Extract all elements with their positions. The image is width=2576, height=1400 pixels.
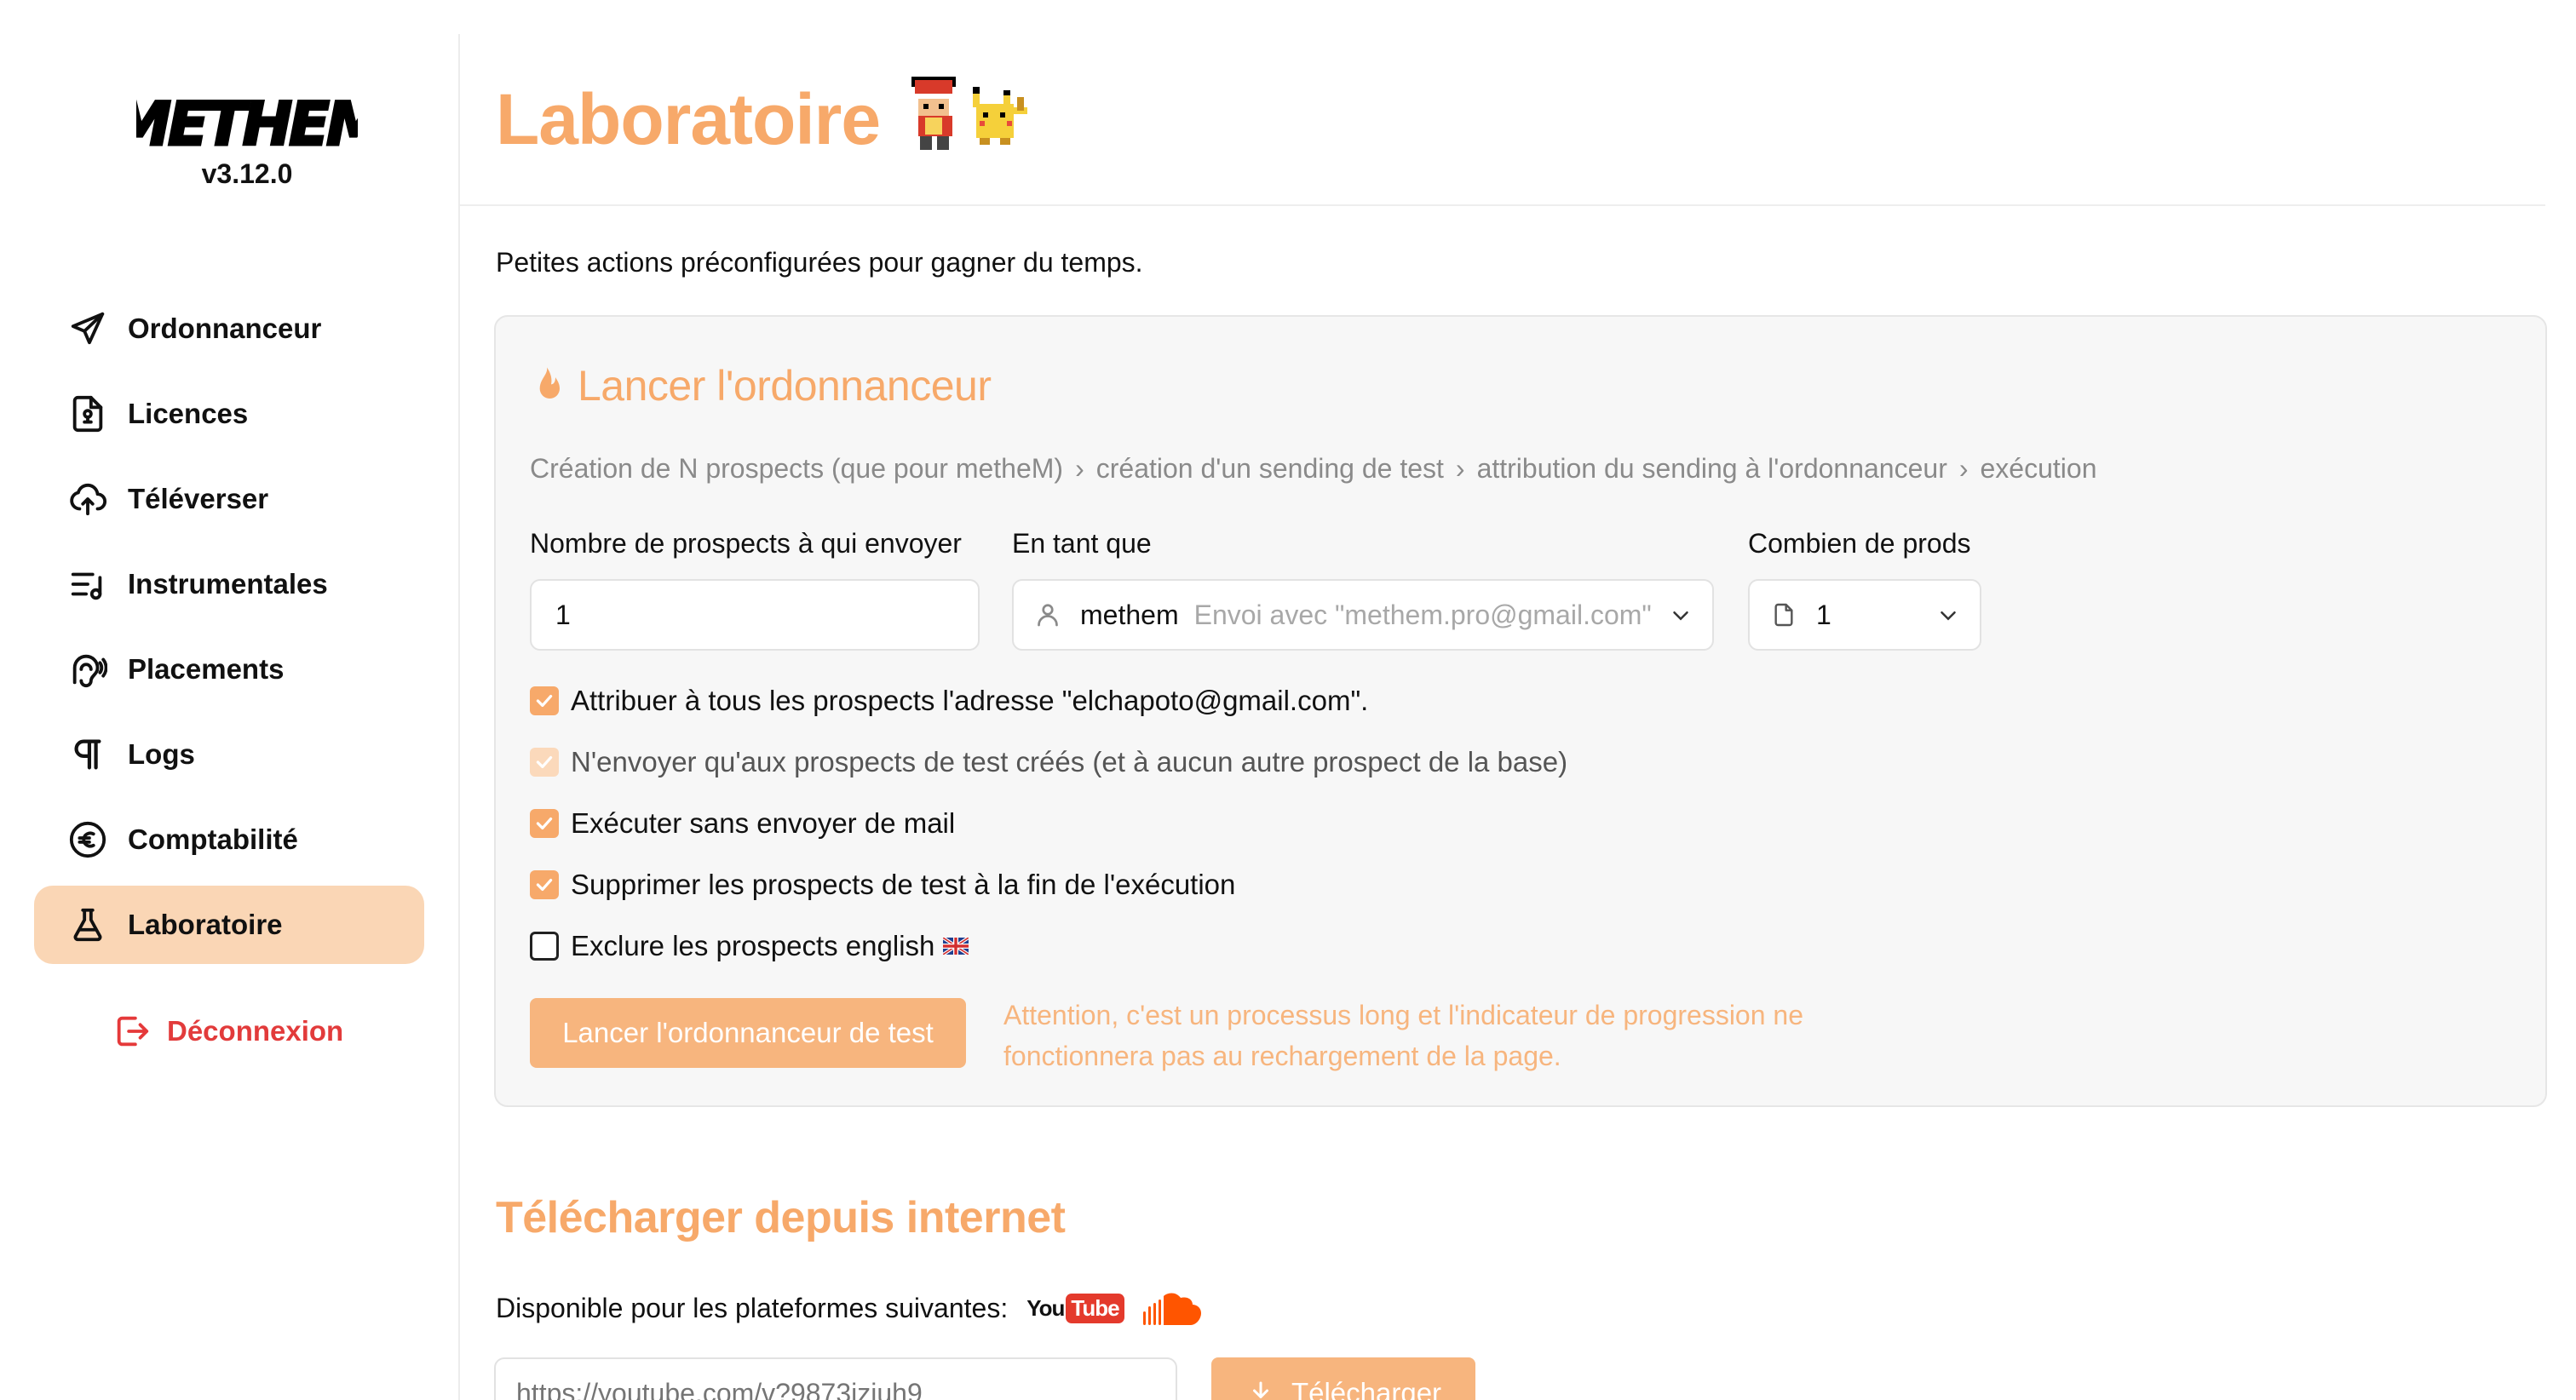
download-button-label: Télécharger	[1291, 1377, 1442, 1400]
checkbox-delete-test-prospects[interactable]: Supprimer les prospects de test à la fin…	[530, 869, 1235, 901]
checkbox-label: Attribuer à tous les prospects l'adresse…	[571, 685, 1369, 716]
sidebar-item-licences[interactable]: Licences	[34, 375, 424, 453]
checkbox-checked[interactable]	[530, 870, 559, 899]
send-as-hint: Envoi avec "methem.pro@gmail.com"	[1193, 599, 1652, 630]
uk-flag-icon	[943, 938, 969, 955]
user-icon	[1038, 604, 1058, 627]
checkbox-unchecked[interactable]	[530, 932, 559, 961]
checkbox-label: Supprimer les prospects de test à la fin…	[571, 869, 1236, 900]
launch-test-scheduler-button[interactable]: Lancer l'ordonnanceur de test	[530, 998, 966, 1068]
sidebar-item-ordonnanceur[interactable]: Ordonnanceur	[34, 290, 424, 368]
checkbox-no-mail[interactable]: Exécuter sans envoyer de mail	[530, 807, 955, 840]
logout-label: Déconnexion	[167, 1015, 344, 1047]
download-button[interactable]: Télécharger	[1211, 1357, 1475, 1400]
supported-platforms-label: Disponible pour les plateformes suivante…	[496, 1292, 1009, 1323]
long-process-warning: Attention, c'est un processus long et l'…	[1003, 1000, 1803, 1071]
url-input[interactable]	[494, 1357, 1177, 1400]
ear-icon	[66, 648, 109, 691]
checkbox-test-prospects-only[interactable]: N'envoyer qu'aux prospects de test créés…	[530, 746, 1567, 778]
chevron-down-icon	[1673, 611, 1688, 621]
scheduler-card: Lancer l'ordonnanceur Création de N pros…	[494, 315, 2547, 1107]
chevron-down-icon	[1941, 611, 1956, 621]
breadcrumb-separator: ›	[1075, 453, 1084, 484]
sidebar-item-label: Placements	[128, 653, 285, 685]
file-icon	[1774, 603, 1793, 627]
flask-icon	[66, 904, 109, 946]
pixel-trainer-pikachu-icon	[905, 73, 1032, 158]
sidebar-item-label: Téléverser	[128, 483, 269, 514]
checkbox-label: Exclure les prospects english	[571, 930, 935, 961]
process-breadcrumb: Création de N prospects (que pour metheM…	[530, 453, 2096, 485]
title-divider	[460, 204, 2545, 206]
breadcrumb-separator: ›	[1958, 453, 1969, 484]
send-as-user: methem	[1080, 599, 1179, 630]
send-as-select[interactable]: methem Envoi avec "methem.pro@gmail.com"	[1012, 579, 1714, 651]
sidebar-item-label: Licences	[128, 398, 249, 429]
prods-count-label: Combien de prods	[1748, 528, 1971, 559]
prospect-count-input[interactable]: 1	[530, 579, 980, 651]
license-file-icon	[66, 393, 109, 435]
playlist-music-icon	[66, 563, 109, 605]
checkbox-assign-address[interactable]: Attribuer à tous les prospects l'adresse…	[530, 685, 1368, 717]
breadcrumb-step: création d'un sending de test	[1095, 453, 1444, 484]
logo-text: METHEM	[136, 89, 358, 159]
supported-platforms: Disponible pour les plateformes suivante…	[496, 1288, 1208, 1328]
page-subtitle: Petites actions préconfigurées pour gagn…	[496, 247, 1143, 278]
youtube-logo-icon: You Tube	[1026, 1293, 1124, 1323]
checkbox-checked-disabled[interactable]	[530, 748, 559, 777]
youtube-logo-tube: Tube	[1066, 1293, 1124, 1323]
send-as-label: En tant que	[1012, 528, 1152, 559]
sidebar-item-laboratoire[interactable]: Laboratoire	[34, 886, 424, 964]
pilcrow-icon	[66, 733, 109, 776]
breadcrumb-separator: ›	[1455, 453, 1465, 484]
checkbox-label: N'envoyer qu'aux prospects de test créés…	[571, 746, 1568, 777]
flame-icon	[539, 367, 560, 399]
sidebar-nav: Ordonnanceur Licences Téléverser Instrum…	[34, 290, 424, 971]
main-content: Laboratoire Petites actions préconfiguré…	[460, 0, 2576, 1400]
checkbox-checked[interactable]	[530, 686, 559, 715]
scheduler-card-title-text: Lancer l'ordonnanceur	[578, 362, 992, 410]
youtube-logo-you: You	[1026, 1294, 1065, 1321]
breadcrumb-step: exécution	[1980, 453, 2097, 484]
prospect-count-value: 1	[555, 599, 571, 630]
sidebar-item-label: Laboratoire	[128, 909, 283, 940]
cloud-upload-icon	[66, 478, 109, 520]
euro-circle-icon	[66, 818, 109, 861]
scheduler-card-title: Lancer l'ordonnanceur	[530, 361, 992, 410]
send-icon	[66, 307, 109, 350]
logout-icon	[111, 1010, 153, 1053]
breadcrumb-step: attribution du sending à l'ordonnanceur	[1476, 453, 1947, 484]
breadcrumb-step: Création de N prospects (que pour metheM…	[530, 453, 1064, 484]
prods-count-select[interactable]: 1	[1748, 579, 1981, 651]
sidebar-item-placements[interactable]: Placements	[34, 630, 424, 709]
sidebar-item-label: Logs	[128, 738, 195, 770]
page-title: Laboratoire	[496, 79, 881, 159]
sidebar-item-label: Instrumentales	[128, 568, 328, 600]
sidebar-item-instrumentales[interactable]: Instrumentales	[34, 545, 424, 623]
prospect-count-label: Nombre de prospects à qui envoyer	[530, 528, 962, 559]
checkbox-checked[interactable]	[530, 809, 559, 838]
download-icon	[1252, 1381, 1268, 1398]
sidebar-item-label: Ordonnanceur	[128, 313, 322, 344]
soundcloud-logo-icon	[1142, 1293, 1201, 1325]
prods-count-value: 1	[1816, 599, 1831, 630]
sidebar-item-comptabilite[interactable]: Comptabilité	[34, 800, 424, 879]
sidebar: METHEM v3.12.0 Ordonnanceur Licences Tél…	[0, 0, 460, 1400]
app-version: v3.12.0	[201, 158, 293, 189]
checkbox-exclude-english[interactable]: Exclure les prospects english	[530, 930, 969, 962]
sidebar-item-logs[interactable]: Logs	[34, 715, 424, 794]
logo-mark: METHEM	[111, 89, 390, 161]
checkbox-label: Exécuter sans envoyer de mail	[571, 807, 956, 839]
logout-button[interactable]: Déconnexion	[111, 1010, 343, 1053]
sidebar-item-label: Comptabilité	[128, 823, 298, 855]
sidebar-item-televerser[interactable]: Téléverser	[34, 460, 424, 538]
app-logo[interactable]: METHEM	[111, 85, 390, 162]
download-section-title: Télécharger depuis internet	[496, 1193, 1066, 1242]
